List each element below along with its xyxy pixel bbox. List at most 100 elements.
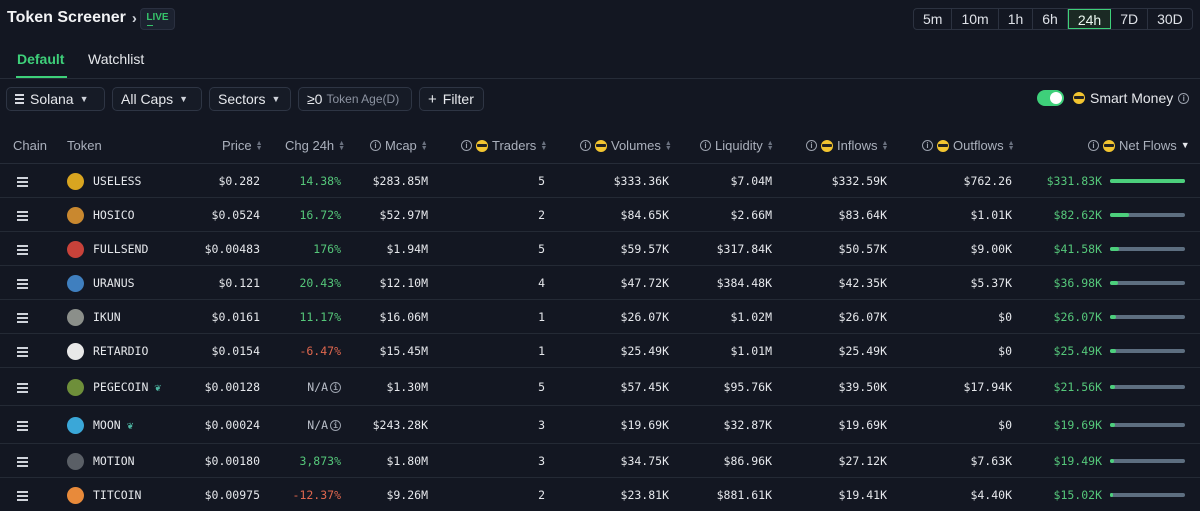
volumes-cell: $47.72K (620, 276, 669, 290)
timeframe-1h[interactable]: 1h (999, 9, 1034, 29)
info-icon[interactable]: i (700, 140, 711, 151)
info-icon[interactable]: i (580, 140, 591, 151)
table-row[interactable]: RETARDIO $0.0154 -6.47% $15.45M 1 $25.49… (0, 334, 1200, 368)
col-price[interactable]: Price ▲ ▼ (222, 138, 263, 153)
price-cell: $0.00128 (204, 380, 260, 394)
sort-icon: ▲ ▼ (255, 139, 263, 152)
outflows-cell: $4.40K (970, 488, 1012, 502)
table-row[interactable]: USELESS $0.282 14.38% $283.85M 5 $333.36… (0, 163, 1200, 198)
info-icon[interactable]: i (1178, 92, 1190, 104)
info-icon[interactable]: i (330, 419, 341, 431)
table-row[interactable]: URANUS $0.121 20.43% $12.10M 4 $47.72K $… (0, 266, 1200, 300)
tab-watchlist[interactable]: Watchlist (88, 51, 144, 67)
mcap-cell: $243.28K (372, 418, 428, 432)
sectors-select[interactable]: Sectors ▼ (209, 87, 291, 111)
token-name[interactable]: HOSICO (93, 208, 135, 222)
netflows-cell: $36.98K (1053, 276, 1102, 290)
traders-cell: 4 (538, 276, 545, 290)
netflow-bar-fill (1110, 423, 1115, 427)
info-icon[interactable]: i (370, 140, 381, 151)
col-liquidity[interactable]: i Liquidity ▲ ▼ (700, 138, 774, 153)
table-row[interactable]: TITCOIN $0.00975 -12.37% $9.26M 2 $23.81… (0, 478, 1200, 511)
active-tab-underline (16, 76, 67, 78)
token-name[interactable]: USELESS (93, 174, 141, 188)
col-mcap[interactable]: i Mcap ▲ ▼ (370, 138, 428, 153)
screener-title[interactable]: Token Screener › (7, 9, 137, 27)
netflow-bar (1110, 385, 1185, 389)
token-name[interactable]: FULLSEND (93, 242, 148, 256)
filter-button-label: Filter (442, 91, 474, 107)
solana-icon (17, 421, 28, 431)
chg-cell: 20.43% (299, 276, 341, 290)
token-age-input[interactable]: ≥0 Token Age(D) (298, 87, 412, 111)
netflow-bar (1110, 213, 1185, 217)
token-name[interactable]: PEGECOIN ❦ (93, 380, 161, 394)
sunglasses-emoji-icon (476, 139, 488, 152)
token-name[interactable]: TITCOIN (93, 488, 141, 502)
timeframe-7d[interactable]: 7D (1111, 9, 1149, 29)
sunglasses-emoji-icon (937, 139, 949, 152)
netflows-cell: $41.58K (1053, 242, 1102, 256)
col-netflows[interactable]: i Net Flows ▼ (1088, 138, 1190, 153)
table-row[interactable]: FULLSEND $0.00483 176% $1.94M 5 $59.57K … (0, 232, 1200, 266)
token-name[interactable]: MOTION (93, 454, 135, 468)
caps-select-label: All Caps (121, 91, 174, 107)
netflow-bar-fill (1110, 178, 1185, 183)
table-row[interactable]: PEGECOIN ❦ $0.00128 N/A i $1.30M 5 $57.45… (0, 368, 1200, 406)
sunglasses-emoji-icon (1073, 92, 1085, 104)
price-cell: $0.00975 (204, 488, 260, 502)
volumes-cell: $25.49K (620, 344, 669, 358)
smart-money-toggle[interactable] (1037, 90, 1064, 106)
tab-bar: Default Watchlist (0, 40, 1200, 79)
inflows-cell: $83.64K (838, 208, 887, 222)
col-inflows[interactable]: i Inflows ▲ ▼ (806, 138, 888, 153)
filter-button[interactable]: + Filter (419, 87, 484, 111)
info-icon[interactable]: i (1088, 140, 1099, 151)
info-icon[interactable]: i (806, 140, 817, 151)
chain-select-label: Solana (30, 91, 74, 107)
mcap-cell: $1.94M (386, 242, 428, 256)
token-name[interactable]: IKUN (93, 310, 121, 324)
traders-cell: 5 (538, 242, 545, 256)
sort-icon: ▲ ▼ (766, 139, 774, 152)
caps-select[interactable]: All Caps ▼ (112, 87, 202, 111)
sort-desc-icon: ▼ (1180, 140, 1190, 150)
token-name[interactable]: RETARDIO (93, 344, 148, 358)
info-icon[interactable]: i (330, 381, 341, 393)
timeframe-10m[interactable]: 10m (952, 9, 999, 29)
sprout-icon: ❦ (126, 418, 134, 432)
sunglasses-emoji-icon (595, 139, 607, 152)
table-row[interactable]: IKUN $0.0161 11.17% $16.06M 1 $26.07K $1… (0, 300, 1200, 334)
inflows-cell: $50.57K (838, 242, 887, 256)
col-volumes[interactable]: i Volumes ▲ ▼ (580, 138, 672, 153)
chevron-down-icon: ▼ (79, 94, 89, 104)
live-label: LIVE (146, 12, 169, 23)
chg-value: 16.72% (299, 208, 341, 222)
timeframe-6h[interactable]: 6h (1033, 9, 1068, 29)
price-cell: $0.0154 (211, 344, 260, 358)
col-traders[interactable]: i Traders ▲ ▼ (461, 138, 547, 153)
liquidity-cell: $86.96K (723, 454, 772, 468)
col-netflows-label: Net Flows (1119, 138, 1177, 153)
info-icon[interactable]: i (922, 140, 933, 151)
token-name[interactable]: URANUS (93, 276, 135, 290)
info-icon[interactable]: i (461, 140, 472, 151)
token-symbol: FULLSEND (93, 242, 149, 256)
table-row[interactable]: MOTION $0.00180 3,873% $1.80M 3 $34.75K … (0, 444, 1200, 478)
sort-icon: ▲ ▼ (1007, 139, 1015, 152)
table-row[interactable]: HOSICO $0.0524 16.72% $52.97M 2 $84.65K … (0, 198, 1200, 232)
timeframe-24h[interactable]: 24h (1067, 9, 1112, 29)
sort-icon: ▲ ▼ (420, 139, 428, 152)
timeframe-30d[interactable]: 30D (1148, 9, 1192, 29)
outflows-cell: $0 (998, 418, 1012, 432)
traders-cell: 5 (538, 380, 545, 394)
col-outflows[interactable]: i Outflows ▲ ▼ (922, 138, 1015, 153)
traders-cell: 2 (538, 208, 545, 222)
chain-select[interactable]: Solana ▼ (6, 87, 105, 111)
token-name[interactable]: MOON ❦ (93, 418, 133, 432)
col-chg[interactable]: Chg 24h ▲ ▼ (285, 138, 345, 153)
tab-default[interactable]: Default (17, 51, 64, 67)
volumes-cell: $59.57K (620, 242, 669, 256)
table-row[interactable]: MOON ❦ $0.00024 N/A i $243.28K 3 $19.69K … (0, 406, 1200, 444)
timeframe-5m[interactable]: 5m (914, 9, 953, 29)
